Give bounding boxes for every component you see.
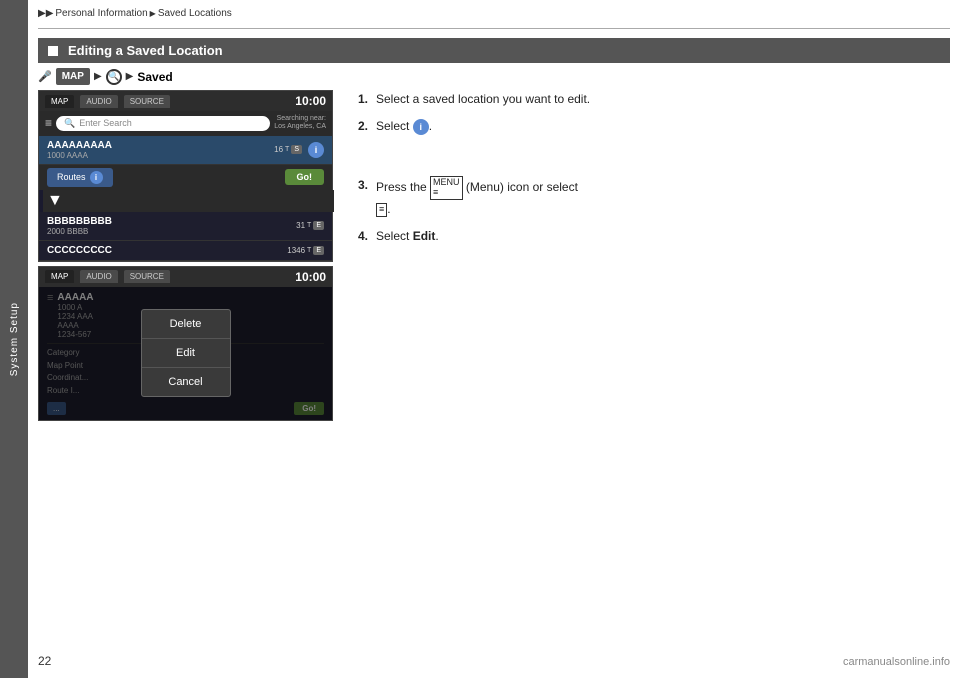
breadcrumb-arrow2: ▶: [150, 9, 156, 18]
info-icon-a[interactable]: i: [308, 142, 324, 158]
step4-text: Select Edit.: [376, 227, 439, 246]
breadcrumb-part2: Saved Locations: [158, 8, 232, 19]
cancel-button[interactable]: Cancel: [142, 368, 230, 396]
list-item-b[interactable]: BBBBBBBBB 2000 BBBB 31T E: [39, 212, 332, 241]
breadcrumb-arrows: ▶▶: [38, 8, 53, 19]
watermark: carmanualsonline.info: [843, 656, 950, 668]
menu-icon-inline2: ≡: [376, 203, 387, 217]
page-number: 22: [38, 654, 51, 668]
sidebar-label: System Setup: [9, 302, 20, 376]
screens-area: MAP AUDIO SOURCE 10:00 ≡ 🔍 Enter Search …: [38, 90, 338, 425]
step2-text: Select i.: [376, 117, 432, 136]
screen1: MAP AUDIO SOURCE 10:00 ≡ 🔍 Enter Search …: [38, 90, 333, 262]
list-item-a[interactable]: AAAAAAAAA 1000 AAAA 16T S i: [39, 136, 332, 165]
nav-arrow1: ▶: [94, 71, 102, 82]
screen1-topbar: MAP AUDIO SOURCE 10:00: [39, 91, 332, 111]
screen1-tab-audio[interactable]: AUDIO: [80, 95, 117, 108]
info-inline-icon: i: [413, 119, 429, 135]
screen2-tab-map[interactable]: MAP: [45, 270, 74, 283]
nav-arrow2: ▶: [126, 71, 134, 82]
screen2-tab-audio[interactable]: AUDIO: [80, 270, 117, 283]
screen1-near: Searching near: Los Angeles, CA: [274, 115, 326, 132]
step4-num: 4.: [358, 227, 372, 246]
scroll-down-arrow[interactable]: ▼: [43, 190, 334, 212]
nav-bar: 🎤 MAP ▶ 🔍 ▶ Saved: [38, 68, 173, 85]
screen1-search-row: ≡ 🔍 Enter Search Searching near: Los Ang…: [39, 111, 332, 136]
screen2-tab-source[interactable]: SOURCE: [124, 270, 170, 283]
screen1-tab-map[interactable]: MAP: [45, 95, 74, 108]
step1-num: 1.: [358, 90, 372, 109]
go-button[interactable]: Go!: [285, 169, 325, 185]
main-content: ▶▶ Personal Information ▶ Saved Location…: [28, 0, 960, 678]
routes-button[interactable]: Routes i: [47, 168, 113, 187]
screen1-action-row: Routes i Go!: [39, 165, 332, 190]
screen2-topbar: MAP AUDIO SOURCE 10:00: [39, 267, 332, 287]
saved-label: Saved: [137, 70, 172, 84]
breadcrumb: ▶▶ Personal Information ▶ Saved Location…: [38, 8, 232, 19]
section-title: Editing a Saved Location: [68, 43, 223, 58]
step1: 1. Select a saved location you want to e…: [358, 90, 950, 109]
edit-button[interactable]: Edit: [142, 339, 230, 368]
screen1-menu-btn[interactable]: ≡: [45, 116, 52, 130]
screen1-time: 10:00: [295, 94, 326, 108]
step3-num: 3.: [358, 176, 372, 219]
modal-overlay: Delete Edit Cancel: [39, 287, 332, 420]
screen1-tab-source[interactable]: SOURCE: [124, 95, 170, 108]
step1-text: Select a saved location you want to edit…: [376, 90, 590, 109]
section-header: Editing a Saved Location: [38, 38, 950, 63]
header-marker: [48, 46, 58, 56]
search-placeholder: Enter Search: [79, 118, 132, 128]
map-tab[interactable]: MAP: [56, 68, 90, 85]
step3: 3. Press the MENU≡ (Menu) icon or select…: [358, 176, 950, 219]
search-circle-icon: 🔍: [106, 69, 122, 85]
modal-menu: Delete Edit Cancel: [141, 309, 231, 397]
screen1-search-box[interactable]: 🔍 Enter Search: [56, 116, 270, 131]
screen2: MAP AUDIO SOURCE 10:00 ≡ AAAAA 1000 A 12…: [38, 266, 333, 421]
menu-icon-inline: MENU≡: [430, 176, 463, 200]
step3-text: Press the MENU≡ (Menu) icon or select ≡.: [376, 176, 578, 219]
screen2-time: 10:00: [295, 270, 326, 284]
step4: 4. Select Edit.: [358, 227, 950, 246]
delete-button[interactable]: Delete: [142, 310, 230, 339]
list-item-c[interactable]: CCCCCCCCC 1346T E: [39, 241, 332, 261]
sidebar: System Setup: [0, 0, 28, 678]
top-divider: [38, 28, 950, 29]
step2-num: 2.: [358, 117, 372, 136]
mic-icon: 🎤: [38, 70, 52, 83]
breadcrumb-part1: Personal Information: [55, 8, 147, 19]
routes-info-icon: i: [90, 171, 103, 184]
step2: 2. Select i.: [358, 117, 950, 136]
search-icon: 🔍: [64, 118, 75, 129]
instructions: 1. Select a saved location you want to e…: [358, 90, 950, 255]
